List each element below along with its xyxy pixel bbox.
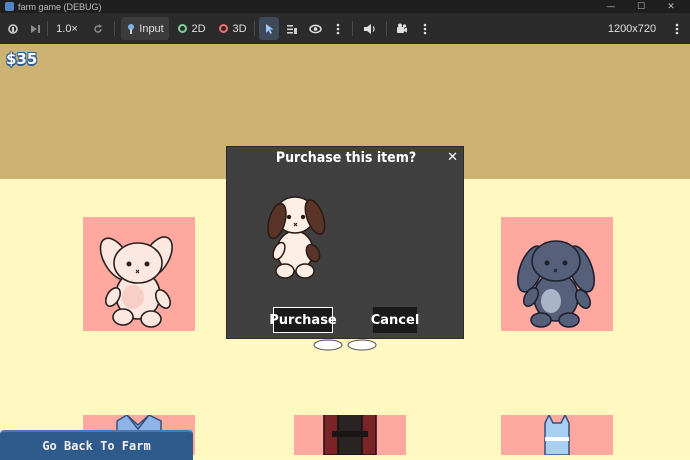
purchase-button[interactable]: Purchase — [269, 307, 337, 333]
resolution-label: 1200x720 — [607, 22, 657, 35]
debug-toolbar: 1.0× Input 2D 3D 1200x720 — [0, 13, 690, 44]
reset-time-icon[interactable] — [88, 17, 108, 40]
white-shoes-icon — [313, 339, 377, 351]
go-back-to-farm-button[interactable]: Go Back To Farm — [0, 430, 193, 460]
dialog-title: Purchase this item? — [275, 150, 417, 166]
shop-item-blue-tanktop[interactable] — [501, 413, 613, 456]
cancel-button[interactable]: Cancel — [371, 307, 419, 333]
mode-2d-label: 2D — [191, 22, 206, 35]
resolution-options-icon[interactable] — [668, 17, 686, 40]
input-mode-button[interactable]: Input — [121, 17, 169, 40]
next-frame-icon[interactable] — [26, 17, 44, 40]
visibility-eye-icon[interactable] — [305, 17, 325, 40]
camera-options-icon[interactable] — [416, 17, 434, 40]
camera-override-icon[interactable] — [392, 17, 412, 40]
money-counter: $35 — [6, 50, 38, 68]
window-titlebar: farm game (DEBUG) — ☐ ✕ — [0, 0, 690, 13]
window-title: farm game (DEBUG) — [18, 1, 102, 12]
blue-tanktop-icon — [544, 413, 570, 456]
blue-bunny-plush-icon — [517, 240, 595, 328]
lop-bunny-plush-icon — [267, 196, 326, 279]
mode-3d-icon — [219, 24, 229, 33]
mode-3d-button[interactable]: 3D — [214, 17, 252, 40]
mode-2d-icon — [178, 24, 188, 33]
close-icon[interactable]: ✕ — [447, 150, 458, 165]
mode-3d-label: 3D — [232, 22, 247, 35]
purchase-dialog: Purchase this item? ✕ Purchase Cancel — [226, 146, 464, 339]
maximize-icon[interactable]: ☐ — [626, 0, 656, 13]
pause-game-icon[interactable] — [4, 17, 22, 40]
cream-bunny-plush-icon — [99, 236, 173, 328]
input-mode-label: Input — [139, 22, 164, 35]
app-icon — [5, 2, 14, 11]
time-scale-button[interactable]: 1.0× — [52, 17, 82, 40]
mode-2d-button[interactable]: 2D — [173, 17, 211, 40]
game-viewport: $35 Go Back To Farm Purchase this item? … — [0, 44, 690, 460]
shop-item-red-coat[interactable] — [294, 412, 406, 456]
time-scale-value: 1.0× — [56, 22, 78, 35]
minimize-icon[interactable]: — — [596, 0, 626, 13]
close-window-icon[interactable]: ✕ — [656, 0, 686, 13]
more-options-icon[interactable] — [329, 17, 347, 40]
select-pointer-icon[interactable] — [259, 17, 279, 40]
shop-item-cream-bunny[interactable] — [83, 217, 195, 331]
joystick-icon — [128, 23, 135, 34]
shop-item-blue-bunny[interactable] — [501, 217, 613, 331]
resolution-label-box: 1200x720 — [600, 17, 664, 40]
red-coat-icon — [323, 412, 377, 456]
list-tree-icon[interactable] — [283, 17, 301, 40]
speaker-icon[interactable] — [358, 17, 380, 40]
